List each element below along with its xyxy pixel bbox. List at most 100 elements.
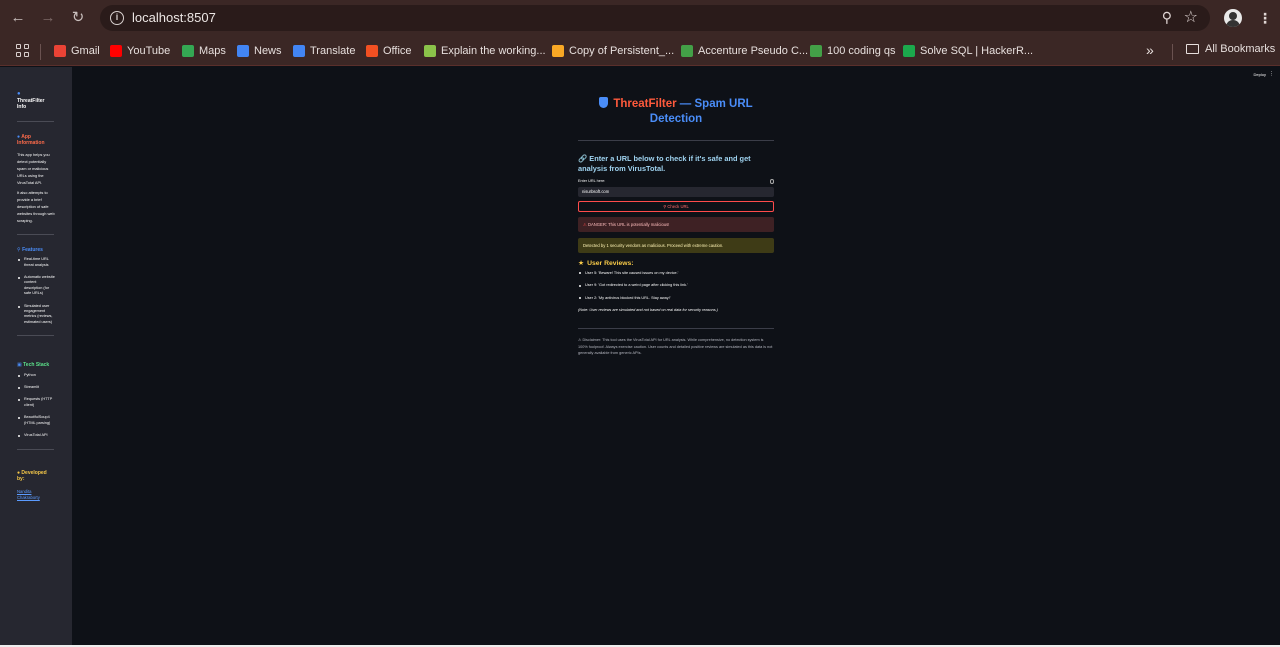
bookmark-label: Copy of Persistent_... [569, 45, 675, 57]
bookmarks-bar: Gmail YouTube Maps News Translate Office Expla… [0, 36, 1280, 66]
bookmark-item[interactable]: Gmail [54, 43, 100, 59]
bookmark-label: Accenture Pseudo C... [698, 45, 809, 57]
main-menu-icon[interactable]: ⋮ [1269, 71, 1274, 77]
bookmark-item[interactable]: Maps [182, 43, 226, 59]
maps-icon [182, 45, 194, 57]
bookmark-label: Explain the working... [441, 45, 546, 57]
forward-icon[interactable]: → [38, 8, 58, 28]
page-title: ThreatFilter — Spam URL Detection [578, 97, 774, 127]
developer-heading: ● Developed by: [17, 469, 47, 483]
help-icon[interactable] [769, 179, 774, 184]
developer-link[interactable]: Nandita Chakraborty [17, 489, 47, 502]
s-icon [424, 45, 436, 57]
feature-item: Real-time URL threat analysis [17, 257, 55, 268]
shield-icon [599, 97, 609, 108]
p-icon [810, 45, 822, 57]
bookmark-label: Gmail [71, 45, 100, 57]
all-bookmarks-label: All Bookmarks [1205, 43, 1276, 55]
tech-item: Requests (HTTP client) [17, 397, 55, 408]
check-url-button[interactable]: ⚲ Check URL [578, 200, 774, 212]
disclaimer-text: ⚠ Disclaimer: This tool uses the VirusTo… [578, 338, 773, 355]
bookmark-item[interactable]: Explain the working... [424, 43, 546, 59]
alert-icon: ⚠ [583, 221, 587, 227]
youtube-icon [110, 45, 122, 57]
bookmark-separator [1172, 44, 1173, 60]
bookmark-separator [40, 44, 41, 60]
news-icon [237, 45, 249, 57]
reviews-heading: ★ User Reviews: [578, 259, 634, 267]
bookmark-label: News [254, 45, 282, 57]
shield-icon: ● [17, 91, 21, 97]
all-bookmarks-button[interactable]: All Bookmarks [1186, 43, 1275, 55]
person-icon: ● [17, 469, 21, 476]
url-input-label: Enter URL here: [578, 179, 774, 184]
link-icon: 🔗 [578, 154, 588, 163]
tech-stack-heading: ▣ Tech Stack [17, 362, 50, 369]
p-icon [681, 45, 693, 57]
review-item: User 2: 'My antivirus blocked this URL. … [578, 296, 774, 301]
reviews-list: User 5: 'Beware! This site caused issues… [578, 271, 774, 301]
apps-grid-icon[interactable] [16, 44, 30, 58]
infinity-icon [552, 45, 564, 57]
hackerrank-icon [903, 45, 915, 57]
divider [578, 140, 774, 141]
bookmark-item[interactable]: Translate [293, 43, 355, 59]
app-info-text: This app helps you detect potentially sp… [17, 151, 50, 185]
warning-icon: ⚠ [578, 338, 582, 343]
bookmark-star-icon[interactable]: ☆ [1184, 7, 1198, 27]
tech-item: VirusTotal API [17, 433, 55, 438]
tech-item: Python [17, 373, 55, 378]
tech-item: Streamlit [17, 385, 55, 390]
features-list: Real-time URL threat analysis Automatic w… [17, 257, 66, 325]
gmail-icon [54, 45, 66, 57]
divider [578, 328, 774, 330]
bookmark-item[interactable]: Office [366, 43, 412, 59]
folder-icon [1186, 44, 1199, 54]
bookmark-item[interactable]: YouTube [110, 43, 170, 59]
more-bookmarks-icon[interactable]: » [1146, 42, 1154, 58]
reload-icon[interactable]: ↻ [68, 8, 88, 28]
search-icon: ⚲ [663, 203, 667, 209]
translate-icon [293, 45, 305, 57]
profile-avatar[interactable] [1224, 9, 1242, 27]
bookmark-item[interactable]: Accenture Pseudo C... [681, 43, 808, 59]
divider [17, 335, 54, 337]
sidebar-title: ThreatFilter Info [17, 97, 45, 111]
office-icon [366, 45, 378, 57]
bookmark-item[interactable]: 100 coding qs [810, 43, 896, 59]
back-icon[interactable]: ← [8, 8, 28, 28]
bookmark-label: Solve SQL | HackerR... [920, 45, 1034, 57]
review-item: User 5: 'Beware! This site caused issues… [578, 271, 774, 276]
browser-toolbar: ← → ↻ i localhost:8507 ⚲ ☆ ⋮ [0, 0, 1280, 36]
review-item: User 9: 'Got redirected to a weird page … [578, 283, 774, 288]
browser-menu-icon[interactable]: ⋮ [1258, 9, 1272, 27]
features-heading: ⚲ Features [17, 246, 43, 253]
divider [17, 233, 54, 235]
bookmark-item[interactable]: Copy of Persistent_... [552, 43, 674, 59]
url-text[interactable]: localhost:8507 [132, 10, 216, 25]
main-content: ThreatFilter — Spam URL Detection 🔗 Ente… [578, 67, 774, 356]
danger-alert: ⚠ DANGER: This URL is potentially malici… [578, 216, 774, 232]
bookmark-label: YouTube [127, 45, 171, 57]
divider [17, 120, 54, 122]
sidebar: ● ThreatFilter Info ● App Information Th… [0, 67, 72, 645]
search-icon: ⚲ [17, 246, 21, 253]
bookmark-item[interactable]: Solve SQL | HackerR... [903, 43, 1033, 59]
bookmark-item[interactable]: News [237, 43, 282, 59]
warning-alert: Detected by 1 security vendors as malici… [578, 237, 774, 253]
info-icon: ● [17, 133, 21, 140]
app-viewport: ● ThreatFilter Info ● App Information Th… [0, 67, 1280, 645]
site-info-icon[interactable]: i [110, 11, 124, 25]
deploy-button[interactable]: Deploy [1254, 72, 1266, 77]
tech-stack-list: Python Streamlit Requests (HTTP client) Bea… [17, 373, 66, 439]
bookmark-label: Maps [199, 45, 226, 57]
url-input[interactable]: nisurbsoft.com [578, 186, 774, 197]
address-bar[interactable]: i localhost:8507 ⚲ ☆ [100, 5, 1210, 31]
bookmark-label: Translate [310, 45, 356, 57]
zoom-icon[interactable]: ⚲ [1162, 9, 1172, 26]
tech-item: BeautifulSoup4 (HTML parsing) [17, 415, 55, 426]
star-icon: ★ [578, 259, 585, 267]
feature-item: Automatic website content description (f… [17, 275, 55, 297]
reviews-note: (Note: User reviews are simulated and no… [578, 308, 718, 313]
bookmark-label: Office [383, 45, 412, 57]
